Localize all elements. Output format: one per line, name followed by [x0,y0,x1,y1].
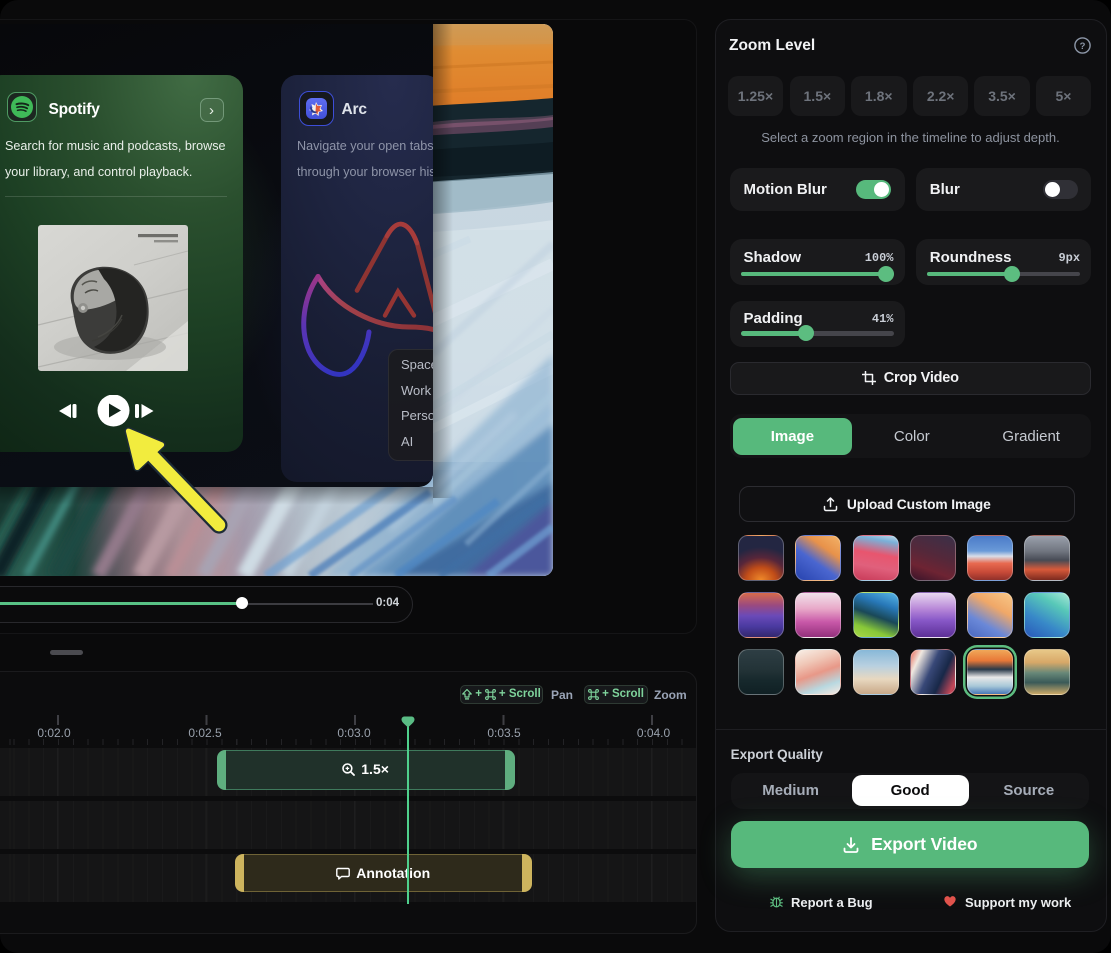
svg-text:?: ? [1080,41,1086,52]
